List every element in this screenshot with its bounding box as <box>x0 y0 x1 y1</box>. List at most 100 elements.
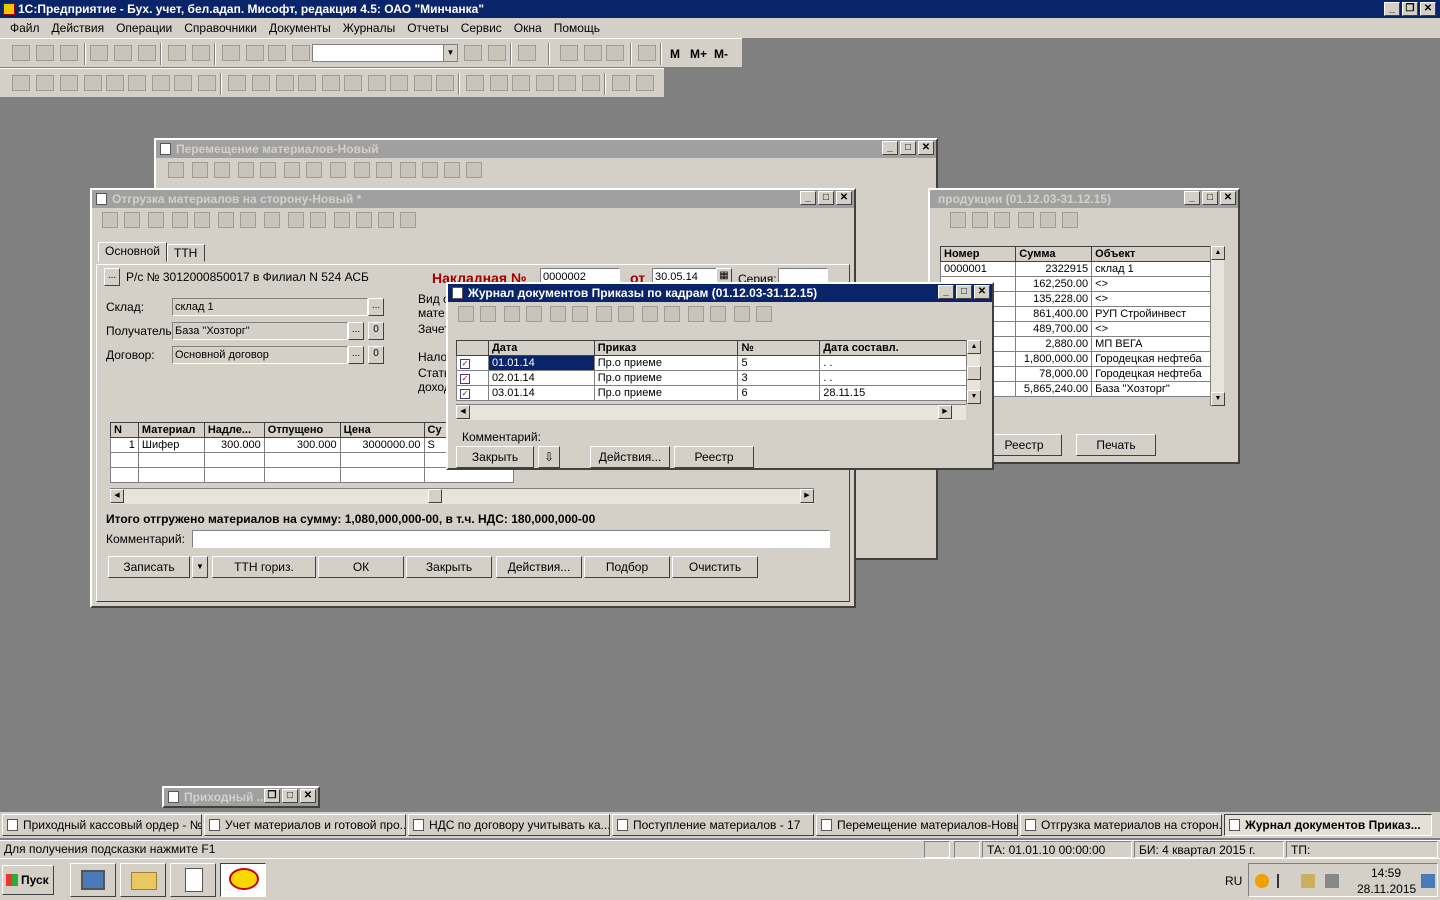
minimize-button[interactable]: _ <box>1184 191 1200 205</box>
tool-icon-1[interactable] <box>466 75 484 91</box>
arrow-up-icon[interactable] <box>288 212 304 228</box>
properties-icon[interactable] <box>222 45 240 61</box>
maximize-button[interactable]: □ <box>900 141 916 155</box>
minimize-button[interactable]: _ <box>882 141 898 155</box>
print-button[interactable]: Печать <box>1076 434 1156 456</box>
save-dropdown-button[interactable]: ▼ <box>192 556 208 578</box>
copy-line-icon[interactable] <box>238 162 254 178</box>
materials-horizontal-scrollbar[interactable]: ◀ ▶ <box>110 488 814 504</box>
print-icon[interactable] <box>168 45 186 61</box>
taskbar-app-document[interactable] <box>170 863 216 897</box>
alert-icon[interactable] <box>536 75 554 91</box>
receiver-select-button[interactable]: ... <box>348 322 364 340</box>
context-help-icon[interactable] <box>756 306 772 322</box>
tips-icon[interactable] <box>606 45 624 61</box>
scroll-left-icon[interactable]: ◀ <box>456 405 470 419</box>
menu-service[interactable]: Сервис <box>455 21 508 35</box>
orders-vertical-scrollbar[interactable]: ▲ ▼ <box>966 340 981 404</box>
column-header-number[interactable]: Номер <box>939 246 1017 262</box>
context-help-icon[interactable] <box>466 162 482 178</box>
cash-receipt-minimized-window[interactable]: Приходный ... ❐ □ ✕ <box>162 786 320 808</box>
interval-icon[interactable] <box>1018 212 1034 228</box>
move-icon[interactable] <box>330 162 346 178</box>
arrow-down-icon[interactable] <box>376 162 392 178</box>
close-button[interactable]: ✕ <box>836 191 852 205</box>
tool-icon-5[interactable] <box>582 75 600 91</box>
redo-icon[interactable] <box>268 45 286 61</box>
table-row[interactable]: ✓ 01.01.14 Пр.о приеме 5 . . <box>456 355 972 371</box>
new-doc-icon[interactable] <box>458 306 474 322</box>
scroll-left-icon[interactable]: ◀ <box>110 489 124 503</box>
new-line-icon[interactable] <box>102 212 118 228</box>
close-button[interactable]: ✕ <box>300 789 316 803</box>
move-icon[interactable] <box>264 212 280 228</box>
paste-icon[interactable] <box>138 45 156 61</box>
window-tab-vat[interactable]: НДС по договору учитывать ка... <box>408 814 610 836</box>
refresh-icon[interactable] <box>710 306 726 322</box>
tab-main[interactable]: Основной <box>98 242 168 262</box>
payment-order-icon[interactable] <box>128 75 146 91</box>
column-header-number[interactable]: № <box>737 340 821 356</box>
dt-icon[interactable] <box>284 162 300 178</box>
table-row[interactable]: ✓ 03.01.14 Пр.о приеме 6 28.11.15 <box>456 385 972 401</box>
update-icon[interactable] <box>1255 874 1269 888</box>
invoice-icon[interactable] <box>198 75 216 91</box>
save-icon[interactable] <box>60 45 78 61</box>
report-icon-3[interactable] <box>276 75 294 91</box>
chart-icon[interactable] <box>436 75 454 91</box>
column-header-compiled-date[interactable]: Дата составл. <box>819 340 972 356</box>
minimize-button[interactable]: _ <box>800 191 816 205</box>
globe-icon-1[interactable] <box>612 75 630 91</box>
book-icon[interactable] <box>638 45 656 61</box>
menu-journals[interactable]: Журналы <box>337 21 401 35</box>
unpost-icon[interactable] <box>664 306 680 322</box>
report-icon-9[interactable] <box>414 75 432 91</box>
tool-icon-4[interactable] <box>558 75 576 91</box>
cut-icon[interactable] <box>90 45 108 61</box>
help-icon[interactable] <box>1040 212 1056 228</box>
flag-icon[interactable] <box>1277 874 1291 888</box>
report-icon-6[interactable] <box>344 75 362 91</box>
column-header-material[interactable]: Материал <box>137 422 205 438</box>
receiver-field[interactable]: База "Хозторг" <box>172 322 348 340</box>
window-tab-materials-move[interactable]: Перемещение материалов-Новый <box>816 814 1018 836</box>
window-tab-shipment[interactable]: Отгрузка материалов на сторон... <box>1020 814 1222 836</box>
column-header-price[interactable]: Цена <box>339 422 425 438</box>
column-header-order[interactable]: Приказ <box>593 340 739 356</box>
folder-icon[interactable] <box>60 75 78 91</box>
scroll-down-icon[interactable]: ▼ <box>1211 392 1225 406</box>
tab-ttn[interactable]: ТТН <box>167 244 206 262</box>
person-icon[interactable] <box>106 75 124 91</box>
delete-doc-icon[interactable] <box>572 306 588 322</box>
delete-doc-icon[interactable] <box>972 212 988 228</box>
taskbar-app-explorer[interactable] <box>120 863 166 897</box>
column-header-date[interactable]: Дата <box>487 340 595 356</box>
edit-doc-icon[interactable] <box>526 306 542 322</box>
context-help-icon[interactable] <box>400 212 416 228</box>
orders-horizontal-scrollbar[interactable]: ◀ ▶ <box>456 404 966 420</box>
interval-icon[interactable] <box>596 306 612 322</box>
sort-asc-icon[interactable] <box>334 212 350 228</box>
copy-icon[interactable] <box>114 45 132 61</box>
contract-clear-button[interactable]: 0 <box>368 346 384 364</box>
menu-documents[interactable]: Документы <box>263 21 337 35</box>
binoculars-icon[interactable] <box>618 306 634 322</box>
close-button[interactable]: ✕ <box>918 141 934 155</box>
table-row[interactable]: ✓ 02.01.14 Пр.о приеме 3 . . <box>456 370 972 386</box>
scroll-down-icon[interactable]: ▼ <box>967 390 981 404</box>
warehouse-field[interactable]: склад 1 <box>172 298 368 316</box>
report-icon-5[interactable] <box>322 75 340 91</box>
delete-doc-icon[interactable] <box>84 75 102 91</box>
context-help-icon[interactable] <box>1062 212 1078 228</box>
actions-button[interactable]: Действия... <box>590 446 670 468</box>
delete-line-icon[interactable] <box>214 162 230 178</box>
calendar-icon[interactable] <box>584 45 602 61</box>
copy-line-icon[interactable] <box>172 212 188 228</box>
scroll-right-icon[interactable]: ▶ <box>938 405 952 419</box>
edit-icon[interactable] <box>240 212 256 228</box>
edit-icon[interactable] <box>306 162 322 178</box>
warehouse-select-button[interactable]: ... <box>368 298 384 316</box>
menu-operations[interactable]: Операции <box>110 21 178 35</box>
chevron-down-icon[interactable]: ▼ <box>443 45 457 61</box>
print-preview-icon[interactable] <box>192 45 210 61</box>
